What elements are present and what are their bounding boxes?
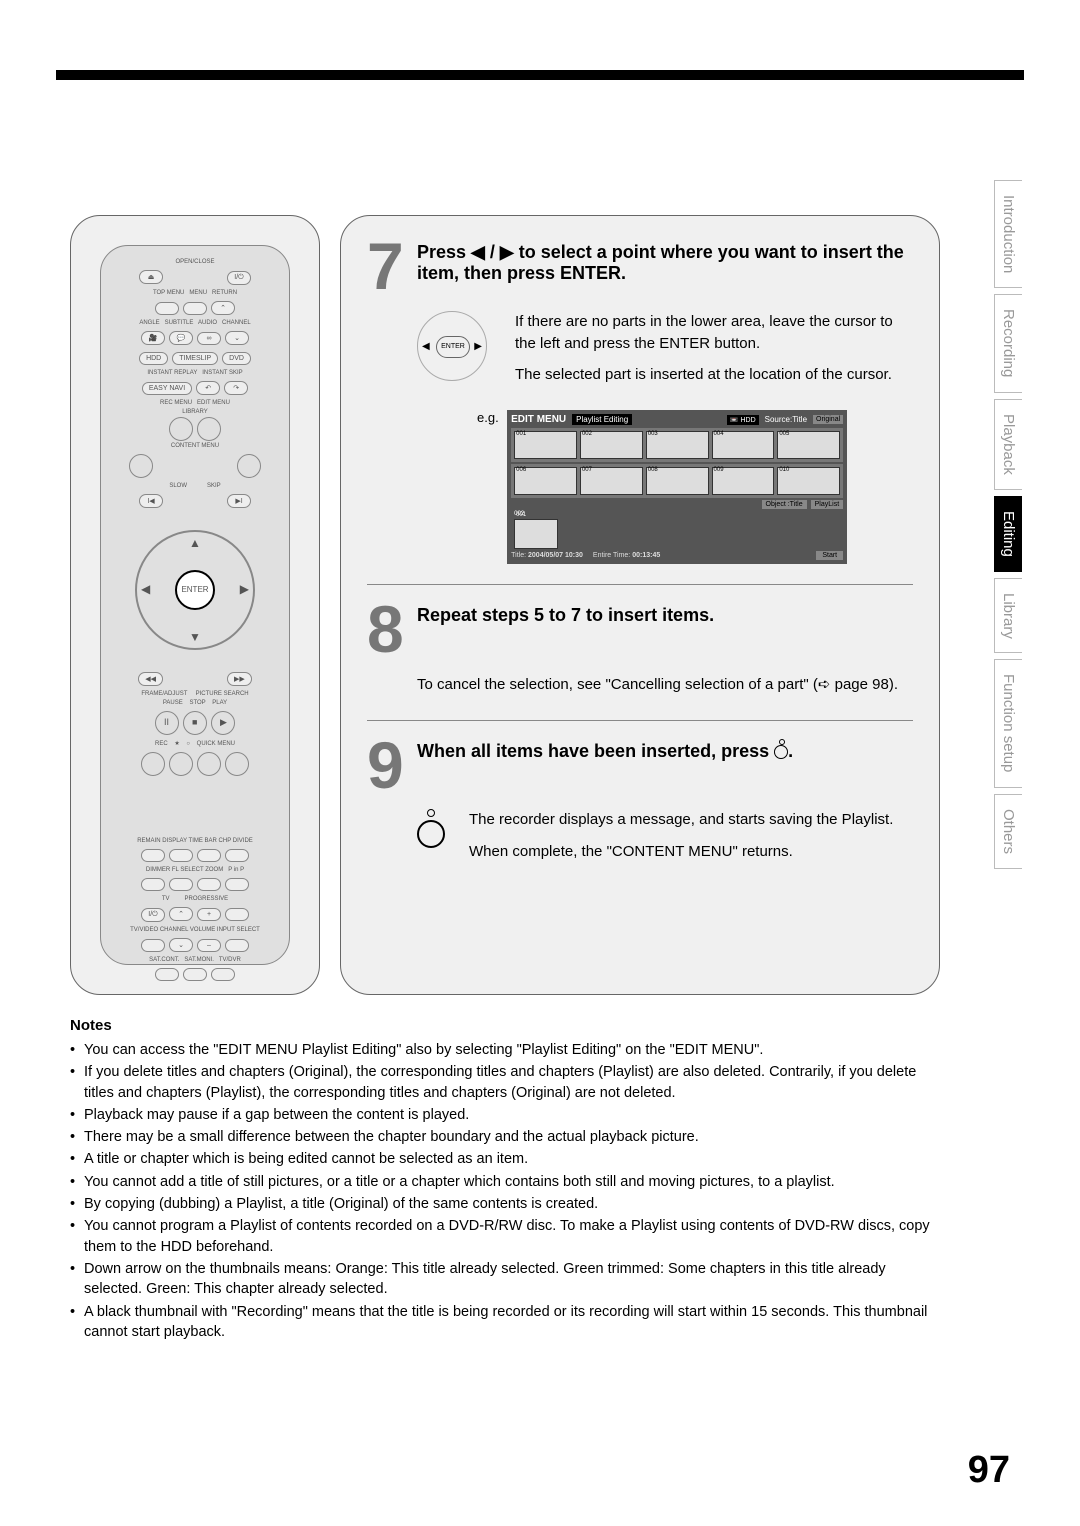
screen-playlist: PlayList [811,500,844,509]
mini-dpad-icon: ◀ENTER▶ [417,311,487,381]
thumb-002: 002 [582,431,592,437]
remote-enter-button: ENTER [175,570,215,610]
tab-function-setup: Function setup [994,659,1022,787]
tab-others: Others [994,794,1022,869]
step-7: 7 Press ◀ / ▶ to select a point where yo… [367,240,913,293]
thumb-007: 007 [582,467,592,473]
step8-text-a: To cancel the selection, see "Cancelling… [417,676,818,693]
circle-button-icon [417,809,445,863]
screen-original: Original [813,415,843,424]
step-title: Repeat steps 5 to 7 to insert items. [417,603,913,656]
page-ref-arrow-icon: ➪ [818,676,831,693]
step-title: When all items have been inserted, press… [417,739,913,792]
note-item: Playback may pause if a gap between the … [70,1105,940,1125]
note-item: A title or chapter which is being edited… [70,1149,940,1169]
thumb-003: 003 [648,431,658,437]
note-item: There may be a small difference between … [70,1127,940,1147]
thumb-008: 008 [648,467,658,473]
example-screen: e.g. EDIT MENU Playlist Editing 📼 HDD So… [477,410,913,564]
ftr-entire-label: Entire Time: [593,552,630,559]
eg-label: e.g. [477,410,499,425]
separator [367,584,913,585]
step9-para2: When complete, the "CONTENT MENU" return… [469,841,913,863]
circle-key-icon [774,745,788,759]
note-item: Down arrow on the thumbnails means: Oran… [70,1259,940,1300]
step9-title: When all items have been inserted, press [417,741,774,761]
notes-section: Notes You can access the "EDIT MENU Play… [70,995,940,1342]
thumb-004: 004 [714,431,724,437]
nav-arrows-icon: ◀ / ▶ [471,242,514,262]
tab-library: Library [994,578,1022,654]
step-8: 8 Repeat steps 5 to 7 to insert items. [367,603,913,656]
step7-para1: If there are no parts in the lower area,… [515,311,913,355]
step8-text-b: page 98). [830,676,898,693]
step-number: 8 [367,603,417,656]
screen-playlist-editing: Playlist Editing [572,414,632,425]
note-item: By copying (dubbing) a Playlist, a title… [70,1194,940,1214]
ftr-start: Start [816,551,843,560]
separator [367,720,913,721]
step-number: 9 [367,739,417,792]
screen-edit-menu: EDIT MENU [511,414,566,425]
note-item: A black thumbnail with "Recording" means… [70,1302,940,1343]
step9-para1: The recorder displays a message, and sta… [469,809,913,831]
step7-para2: The selected part is inserted at the loc… [515,364,913,386]
tab-introduction: Introduction [994,180,1022,288]
ftr-entire-val: 00:13:45 [632,552,660,559]
note-item: If you delete titles and chapters (Origi… [70,1062,940,1103]
screen-object-title: Object :Title [762,500,807,509]
step-number: 7 [367,240,417,293]
step9-body: The recorder displays a message, and sta… [417,809,913,863]
step-9: 9 When all items have been inserted, pre… [367,739,913,792]
tab-recording: Recording [994,294,1022,392]
ftr-title-label: Title: [511,552,526,559]
side-tabs: Introduction Recording Playback Editing … [994,180,1024,875]
note-item: You can access the "EDIT MENU Playlist E… [70,1040,940,1060]
thumb-006: 006 [516,467,526,473]
remote-dpad: ▲ ▼ ◀ ▶ ENTER [135,530,255,650]
ui-screen-mock: EDIT MENU Playlist Editing 📼 HDD Source:… [507,410,847,564]
step-title: Press ◀ / ▶ to select a point where you … [417,240,913,293]
step9-title-suffix: . [788,741,793,761]
instructions-panel: 7 Press ◀ / ▶ to select a point where yo… [340,215,940,995]
thumb-005: 005 [779,431,789,437]
tab-editing: Editing [994,496,1022,572]
thumb-010: 010 [779,467,789,473]
low-thumb-num: 002 [514,511,843,517]
screen-hdd: HDD [740,417,755,424]
notes-heading: Notes [70,1015,940,1036]
thumb-001: 001 [516,431,526,437]
remote-illustration: OPEN/CLOSE ⏏I/⏻ TOP MENU MENU RETURN ⌃ A… [70,215,320,995]
thumb-009: 009 [714,467,724,473]
step7-body: ◀ENTER▶ If there are no parts in the low… [417,311,913,386]
header-rule [56,70,1024,80]
screen-source-title: Source:Title [765,415,807,424]
ftr-title-val: 2004/05/07 10:30 [528,552,583,559]
step8-body: To cancel the selection, see "Cancelling… [417,674,913,696]
note-item: You cannot add a title of still pictures… [70,1172,940,1192]
note-item: You cannot program a Playlist of content… [70,1216,940,1257]
low-sub-num: 001 [516,512,526,518]
page-number: 97 [968,1449,1010,1492]
tab-playback: Playback [994,399,1022,490]
mini-dpad-enter: ENTER [436,336,470,358]
step7-title-a: Press [417,242,471,262]
